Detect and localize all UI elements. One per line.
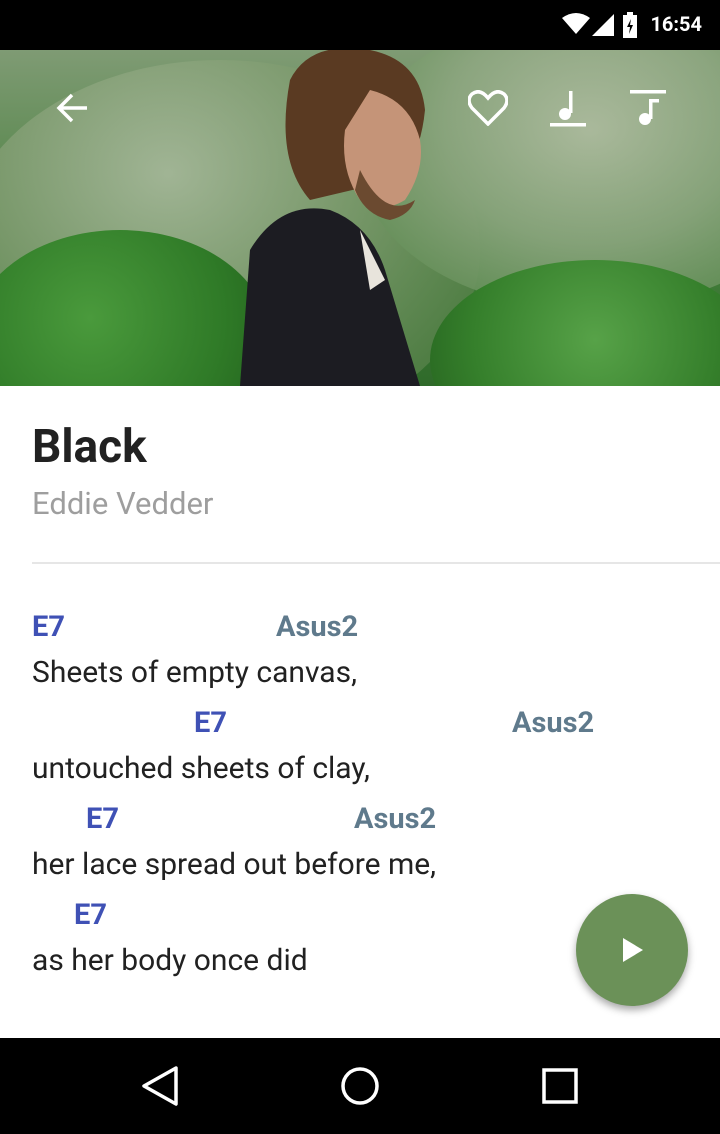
home-circle-icon [341,1067,379,1105]
artist-photo [240,50,425,386]
chord[interactable]: E7 [86,802,119,836]
favorite-heart-icon [468,90,508,126]
nav-recents-button[interactable] [532,1058,588,1114]
album-hero-image [0,50,720,386]
recents-square-icon [542,1068,578,1104]
chord[interactable]: Asus2 [512,706,594,740]
song-title: Black [32,420,147,474]
status-time: 16:54 [650,12,702,36]
music-note-alt-icon [630,90,666,125]
nav-back-button[interactable] [132,1058,188,1114]
lyric-line: E7 Asus2 untouched sheets of clay, [0,706,720,802]
nav-home-button[interactable] [332,1058,388,1114]
play-icon [623,938,643,962]
lyric-text: untouched sheets of clay, [32,751,370,786]
lyric-text: Sheets of empty canvas, [32,655,357,690]
arrow-back-icon [56,93,87,123]
music-note-icon [550,91,586,127]
lyric-text: her lace spread out before me, [32,847,437,882]
chord[interactable]: E7 [32,610,65,644]
chord[interactable]: E7 [194,706,227,740]
back-triangle-icon [142,1066,178,1106]
transpose-button[interactable] [620,80,676,136]
navigation-bar [0,1038,720,1134]
chord[interactable]: Asus2 [354,802,436,836]
wifi-icon [562,13,590,34]
chord[interactable]: E7 [74,898,107,932]
status-bar: 16:54 [0,0,720,50]
artist-name: Eddie Vedder [32,485,214,522]
lyric-line: E7 Asus2 Sheets of empty canvas, [0,610,720,706]
lyric-text: as her body once did [32,943,308,978]
favorite-button[interactable] [460,80,516,136]
battery-icon [623,12,637,38]
instrument-button[interactable] [540,80,596,136]
lyric-line: E7 Asus2 her lace spread out before me, [0,802,720,898]
cell-signal-icon [592,14,614,36]
play-button[interactable] [576,894,688,1006]
chord[interactable]: Asus2 [276,610,358,644]
back-button[interactable] [44,80,100,136]
divider [32,562,720,564]
